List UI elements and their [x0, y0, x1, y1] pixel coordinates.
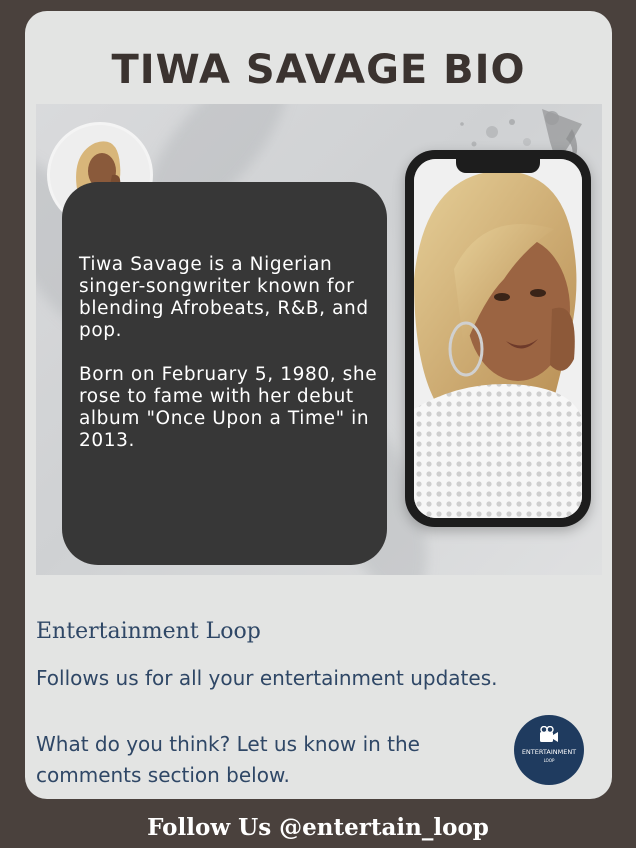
page-title: TIWA SAVAGE BIO — [111, 47, 526, 93]
hero-panel: Tiwa Savage is a Nigerian singer-songwri… — [36, 104, 602, 575]
bio-paragraph-1: Tiwa Savage is a Nigerian singer-songwri… — [79, 254, 369, 341]
brand-name: Entertainment Loop — [36, 619, 261, 644]
bio-card: TIWA SAVAGE BIO Tiwa Savage is a Nigeria… — [25, 11, 612, 799]
camera-icon — [540, 726, 558, 742]
logo-subtitle: LOOP — [543, 758, 555, 763]
logo-name: ENTERTAINMENT — [521, 748, 577, 756]
brand-logo: ENTERTAINMENT LOOP — [514, 715, 584, 785]
bio-text: Tiwa Savage is a Nigerian singer-songwri… — [79, 254, 379, 452]
bio-paragraph-2: Born on February 5, 1980, she rose to fa… — [79, 364, 378, 451]
footer-follow-link[interactable]: Follow Us @entertain_loop — [0, 814, 636, 841]
phone-notch — [456, 159, 540, 173]
phone-screen — [414, 159, 582, 518]
portrait-photo — [414, 159, 582, 518]
follow-text: Follows us for all your entertainment up… — [36, 666, 498, 690]
bio-text-box: Tiwa Savage is a Nigerian singer-songwri… — [62, 182, 387, 565]
phone-mockup — [405, 150, 591, 527]
comment-prompt: What do you think? Let us know in the co… — [36, 732, 420, 787]
